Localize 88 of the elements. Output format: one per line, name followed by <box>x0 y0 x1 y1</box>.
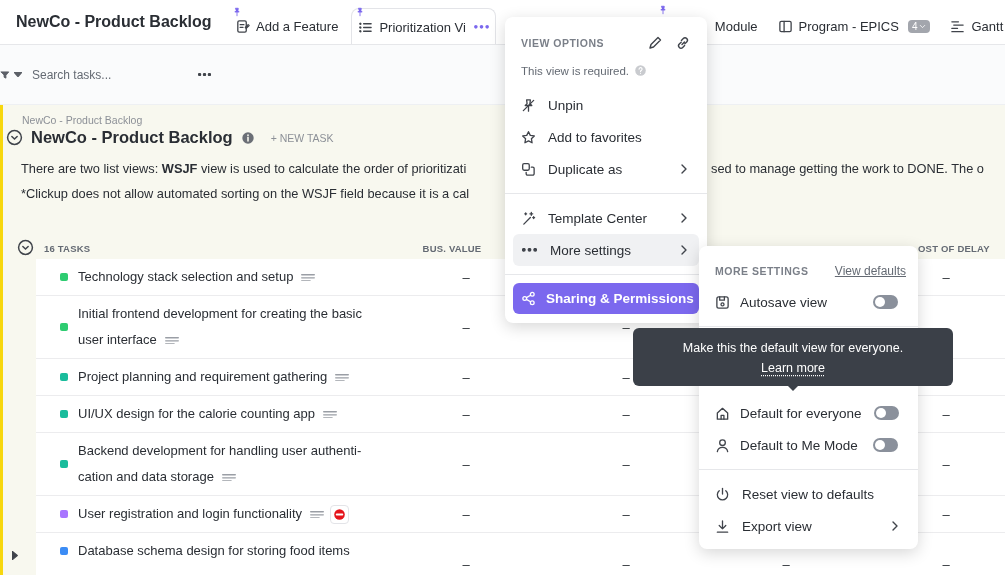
empty-value: – <box>942 506 950 522</box>
empty-value: – <box>782 556 790 572</box>
empty-value: – <box>622 556 630 572</box>
link-icon[interactable] <box>675 35 691 51</box>
column-header[interactable]: BUS. VALUE <box>422 243 482 254</box>
empty-value: – <box>462 506 470 522</box>
more-icon[interactable] <box>198 72 211 77</box>
empty-value: – <box>462 556 470 572</box>
person-icon <box>715 437 730 453</box>
task-name[interactable]: Database schema design for storing food items <box>78 538 350 564</box>
empty-value: – <box>462 269 470 285</box>
empty-value: – <box>942 406 950 422</box>
share-icon <box>521 291 536 306</box>
task-name[interactable]: Backend development for handling user authenti-cation and data storage <box>78 438 366 490</box>
required-note: This view is required. <box>521 64 629 77</box>
more-icon[interactable] <box>473 25 489 29</box>
menu-item[interactable]: More settings <box>513 234 699 266</box>
share-button[interactable]: Sharing & Permissions <box>513 283 699 314</box>
description-text: *Clickup does not allow automated sorting on the WSJF field because it is a cal <box>21 186 471 201</box>
task-name[interactable]: Initial frontend development for creating the basic user interface <box>78 301 366 353</box>
menu-item[interactable]: Default for everyone <box>715 405 862 421</box>
empty-value: – <box>462 369 470 385</box>
star-icon <box>521 129 536 145</box>
menu-item[interactable]: Reset view to defaults <box>707 478 910 510</box>
toggle-switch[interactable] <box>873 438 898 452</box>
task-name[interactable]: Project planning and requirement gathering <box>78 364 350 390</box>
view-tab[interactable]: Prioritization Vi <box>351 8 496 44</box>
view-tab[interactable]: Add a Feature <box>228 8 346 44</box>
help-icon <box>634 64 647 77</box>
more-icon <box>522 248 537 252</box>
empty-value: – <box>462 406 470 422</box>
empty-value: – <box>462 319 470 335</box>
list-heading: NewCo - Product Backlog <box>31 128 233 147</box>
expand-icon[interactable] <box>12 551 18 560</box>
description-text: There are two list views: WSJF view is used to calculate the order of prioritizati <box>21 161 468 176</box>
menu-item[interactable]: Autosave view <box>715 294 861 310</box>
menu-item[interactable]: Template Center <box>513 202 699 234</box>
search-field[interactable]: Search tasks... <box>32 65 194 84</box>
empty-value: – <box>622 369 630 385</box>
unpin-icon <box>521 97 536 113</box>
status-square[interactable] <box>60 510 68 518</box>
task-count: 16 TASKS <box>44 243 91 254</box>
toggle-switch[interactable] <box>873 295 898 309</box>
menu-item[interactable]: Unpin <box>513 89 699 121</box>
menu-heading: VIEW OPTIONS <box>521 37 604 49</box>
task-name[interactable]: User registration and login functionality <box>78 501 349 527</box>
download-icon <box>715 518 730 534</box>
menu-item[interactable]: Export view <box>707 510 910 542</box>
column-header[interactable]: OST OF DELAY <box>918 243 990 254</box>
empty-value: – <box>622 456 630 472</box>
menu-item[interactable]: Default to Me Mode <box>715 437 861 453</box>
status-square[interactable] <box>60 547 68 555</box>
duplicate-icon <box>521 161 536 177</box>
menu-item[interactable]: Add to favorites <box>513 121 699 153</box>
save-icon <box>715 294 730 310</box>
collapse-icon[interactable] <box>17 238 34 256</box>
tooltip-text: Make this the default view for everyone. <box>681 340 905 357</box>
board-icon <box>777 19 793 34</box>
empty-value: – <box>622 319 630 335</box>
edit-icon[interactable] <box>647 35 663 51</box>
empty-value: – <box>942 269 950 285</box>
view-tab[interactable]: Program - EPICS 4 <box>770 8 938 44</box>
collapse-icon[interactable] <box>6 129 23 146</box>
view-tab[interactable]: Module <box>707 8 765 44</box>
gantt-icon <box>950 19 966 34</box>
empty-value: – <box>942 456 950 472</box>
view-defaults-link[interactable]: View defaults <box>834 264 906 278</box>
chevron-down-icon <box>918 22 928 31</box>
empty-value: – <box>622 406 630 422</box>
menu-heading: MORE SETTINGS <box>715 265 809 277</box>
list-title: NewCo - Product Backlog <box>16 13 213 31</box>
view-tab[interactable]: Gantt <box>943 8 1005 44</box>
empty-value: – <box>622 506 630 522</box>
menu-item[interactable]: Duplicate as <box>513 153 699 185</box>
caret-down-icon[interactable] <box>14 72 22 77</box>
filter-icon[interactable] <box>0 69 10 80</box>
home-icon <box>715 405 730 421</box>
description-text: sed to manage getting the work to DONE. The o <box>711 161 984 176</box>
info-icon[interactable] <box>240 130 255 145</box>
magic-wand-icon <box>521 210 536 226</box>
power-icon <box>715 486 730 502</box>
toggle-switch[interactable] <box>873 406 899 420</box>
form-icon <box>235 19 250 34</box>
task-name[interactable]: UI/UX design for the calorie counting app <box>78 401 338 427</box>
empty-value: – <box>462 456 470 472</box>
empty-value: – <box>942 556 950 572</box>
learn-more-link[interactable]: Learn more <box>761 361 825 375</box>
task-name[interactable]: Technology stack selection and setup <box>78 264 316 290</box>
